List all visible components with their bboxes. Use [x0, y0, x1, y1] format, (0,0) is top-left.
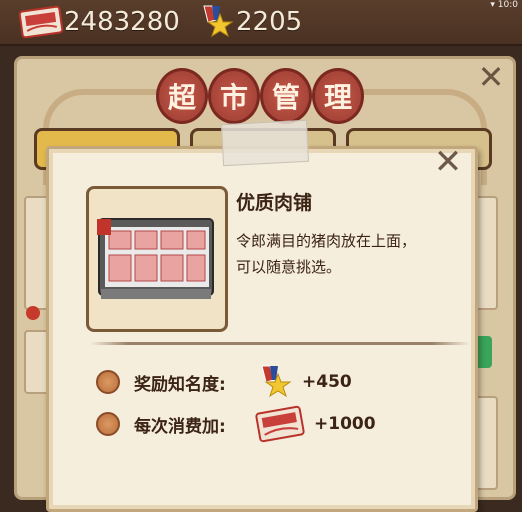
medal-star-icon: [203, 5, 234, 38]
medal-star-icon: [261, 365, 292, 398]
shop-description: 令郎满目的猪肉放在上面，可以随意挑选。: [236, 232, 417, 276]
reward-label: 奖励知名度:: [134, 374, 226, 395]
ticket-count: 2483280: [64, 7, 180, 37]
title-char: 理: [312, 68, 364, 124]
board-title: 超 市 管 理: [156, 68, 364, 126]
clock-text: 10:0: [497, 0, 518, 10]
reward-row-fame: 奖励知名度: +450: [96, 362, 352, 402]
popup-close-icon[interactable]: ✕: [432, 145, 464, 179]
fame-currency: 2205: [196, 4, 302, 40]
coupon-ticket-icon: [255, 405, 305, 443]
ticket-currency: 2483280: [18, 4, 180, 40]
meat-display-counter-image: [97, 218, 214, 299]
top-status-bar: 2483280 2205 ▾ 10:0: [0, 0, 522, 46]
reward-label: 每次消费加:: [134, 416, 226, 437]
status-icons: ▾ 10:0: [490, 0, 518, 12]
fame-count: 2205: [236, 7, 303, 37]
reward-row-coupon: 每次消费加: +1000: [96, 404, 376, 444]
title-char: 超: [156, 68, 208, 124]
red-dot: [26, 306, 40, 320]
title-char: 市: [208, 68, 260, 124]
shop-name: 优质肉铺: [236, 192, 313, 214]
divider: [90, 342, 470, 345]
board-close-icon[interactable]: ✕: [476, 61, 506, 93]
title-char: 管: [260, 68, 312, 124]
reward-value: +450: [302, 372, 352, 392]
shop-thumbnail: [86, 186, 228, 332]
coupon-ticket-icon: [18, 5, 64, 39]
tape-decoration: [220, 119, 310, 167]
bullet-dot: [96, 412, 120, 436]
wifi-icon: ▾: [490, 0, 495, 10]
reward-value: +1000: [314, 414, 376, 434]
bullet-dot: [96, 370, 120, 394]
